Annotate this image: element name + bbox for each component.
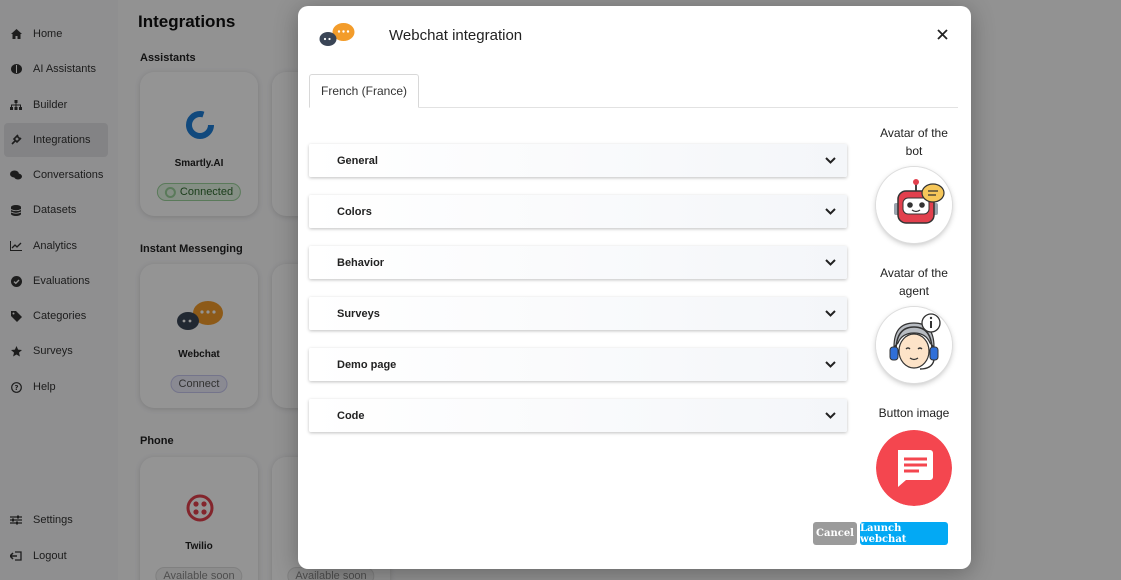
accordion-label: Colors: [337, 205, 372, 218]
button-image-label: Button image: [878, 406, 950, 420]
cancel-button[interactable]: Cancel: [813, 522, 857, 545]
chevron-down-icon: [823, 409, 837, 423]
chevron-down-icon: [823, 358, 837, 372]
accordion-general[interactable]: General: [309, 144, 847, 177]
chevron-down-icon: [823, 307, 837, 321]
modal-title: Webchat integration: [389, 27, 523, 44]
close-icon: [936, 28, 948, 40]
tab-french-france[interactable]: French (France): [309, 74, 420, 108]
accordion-label: Demo page: [337, 358, 397, 371]
avatar-bot-image[interactable]: [876, 167, 952, 243]
accordion-demo-page[interactable]: Demo page: [309, 348, 847, 381]
accordion-label: General: [337, 154, 378, 167]
accordion-surveys[interactable]: Surveys: [309, 297, 847, 330]
avatar-bot-label: Avatar of the bot: [880, 126, 948, 158]
accordion-colors[interactable]: Colors: [309, 195, 847, 228]
avatar-agent-label: Avatar of the agent: [880, 266, 948, 298]
chat-bubble-icon: [876, 430, 952, 506]
accordion-behavior[interactable]: Behavior: [309, 246, 847, 279]
accordion-label: Behavior: [337, 256, 385, 269]
accordion-code[interactable]: Code: [309, 399, 847, 432]
accordion-label: Code: [337, 409, 365, 422]
accordion-label: Surveys: [337, 307, 380, 320]
webchat-integration-modal: Webchat integration French (France) Gene…: [298, 6, 971, 569]
webchat-logo-icon: [319, 23, 355, 46]
button-image-preview[interactable]: [876, 430, 952, 506]
chevron-down-icon: [823, 205, 837, 219]
chevron-down-icon: [823, 256, 837, 270]
chevron-down-icon: [823, 154, 837, 168]
avatar-agent-image[interactable]: [876, 307, 952, 383]
agent-avatar-icon: [876, 307, 952, 383]
close-button[interactable]: [932, 24, 952, 44]
robot-avatar-icon: [876, 167, 952, 243]
launch-webchat-button[interactable]: Launch webchat: [860, 522, 948, 545]
